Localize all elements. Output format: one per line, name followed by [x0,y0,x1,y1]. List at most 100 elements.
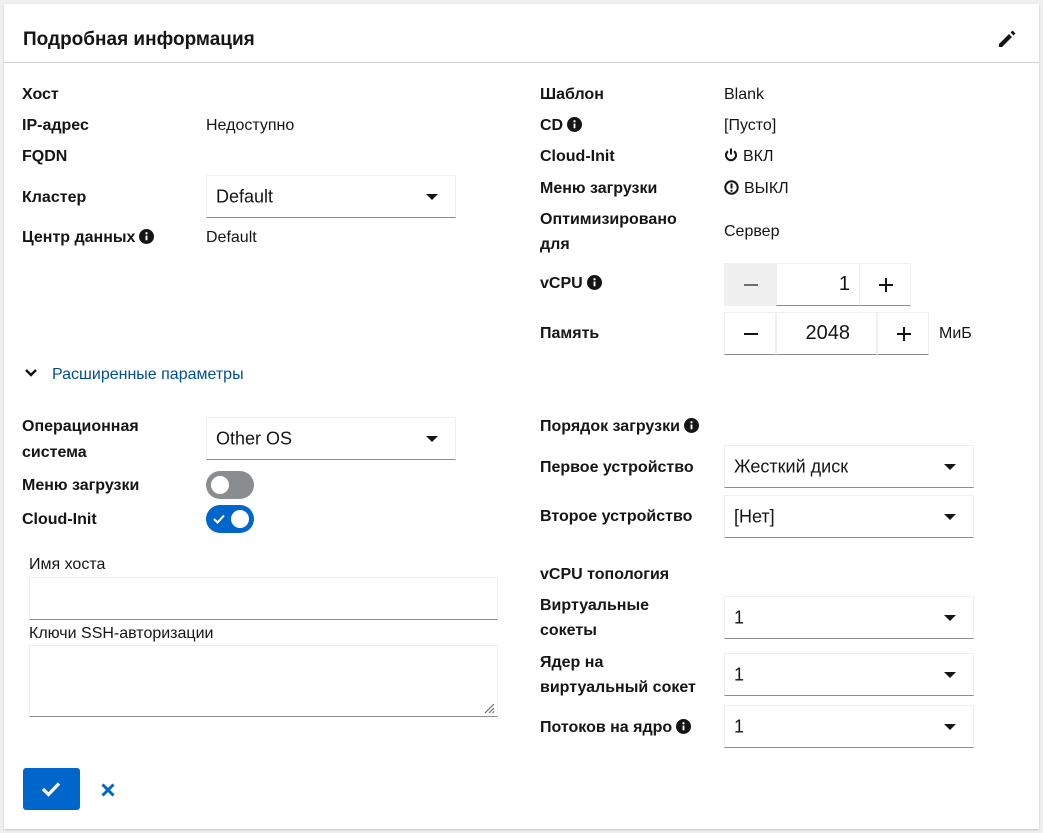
memory-unit: МиБ [939,325,972,342]
template-label: Шаблон [540,86,604,103]
info-icon[interactable] [683,418,699,433]
datacenter-label-text: Центр данных [22,229,136,246]
cluster-select[interactable]: Default [206,175,456,218]
ip-label: IP-адрес [22,117,89,134]
info-icon[interactable] [567,117,583,132]
sockets-label-1: Виртуальные [540,597,649,614]
first-device-select[interactable]: Жесткий диск [724,445,974,488]
advanced-params-toggle[interactable]: Расширенные параметры [24,366,244,384]
power-on-icon [725,148,737,162]
vcpu-decrement-button[interactable] [724,263,776,306]
vcpu-increment-button[interactable] [859,263,911,306]
threads-label: Потоков на ядро [540,715,692,740]
vcpu-label-text: vCPU [540,275,583,292]
caret-down-icon [944,671,956,678]
boot-order-label-text: Порядок загрузки [540,418,680,435]
toggle-knob [211,476,229,494]
second-device-label: Второе устройство [540,508,693,525]
datacenter-label: Центр данных [22,225,155,250]
ssh-keys-textarea[interactable] [29,645,498,717]
os-select[interactable]: Other OS [206,417,456,460]
cd-label: CD [540,113,583,138]
info-icon[interactable] [676,719,692,734]
adv-cloudinit-label: Cloud-Init [22,511,97,528]
ssh-keys-label: Ключи SSH-авторизации [29,625,214,642]
minus-icon [744,333,758,335]
threads-label-text: Потоков на ядро [540,719,673,736]
sockets-label-2: сокеты [540,622,597,639]
os-select-value: Other OS [216,428,293,448]
adv-bootmenu-label: Меню загрузки [22,477,140,494]
check-icon [41,782,61,797]
first-device-value: Жесткий диск [734,456,849,476]
info-icon[interactable] [586,275,602,290]
sockets-select[interactable]: 1 [724,596,974,639]
cancel-button[interactable] [96,778,120,802]
bootmenu-label: Меню загрузки [540,180,658,197]
cluster-select-value: Default [216,186,274,206]
cluster-label: Кластер [22,189,87,206]
cd-label-text: CD [540,117,564,134]
memory-stepper: 2048 [724,312,930,355]
cloudinit-value: ВКЛ [743,148,774,165]
bootmenu-value: ВЫКЛ [744,180,789,197]
fqdn-label: FQDN [22,148,68,165]
card-title: Подробная информация [23,29,255,50]
vcpu-stepper: 1 [724,263,912,306]
cores-label-1: Ядер на [540,654,604,671]
vcpu-label: vCPU [540,271,602,296]
cloudinit-label: Cloud-Init [540,148,615,165]
cores-select[interactable]: 1 [724,653,974,696]
pencil-icon [999,30,1016,47]
cores-value: 1 [734,664,745,684]
hostname-label: Имя хоста [29,556,106,573]
cloudinit-status: ВКЛ [724,144,774,169]
os-label-2: система [22,444,87,461]
threads-value: 1 [734,716,745,736]
resize-handle-icon[interactable] [483,702,495,714]
bootmenu-status: ВЫКЛ [724,176,789,201]
cd-value: [Пусто] [724,117,777,134]
host-label: Хост [22,86,59,103]
second-device-value: [Нет] [734,506,775,526]
sockets-value: 1 [734,607,745,627]
memory-label: Память [540,325,600,342]
cloudinit-toggle[interactable] [206,505,254,533]
caret-down-icon [944,513,956,520]
caret-down-icon [426,435,438,442]
threads-select[interactable]: 1 [724,705,974,748]
memory-input[interactable]: 2048 [776,312,877,355]
cores-label-2: виртуальный сокет [540,679,696,696]
optimized-value: Сервер [724,223,780,240]
ip-value: Недоступно [206,117,295,134]
topology-label: vCPU топология [540,566,670,583]
boot-order-label: Порядок загрузки [540,414,699,439]
check-icon [213,514,225,524]
close-icon [101,783,115,797]
optimized-label-2: для [540,236,570,253]
hostname-input[interactable] [29,577,498,620]
first-device-label: Первое устройство [540,459,694,476]
template-value: Blank [724,86,765,103]
toggle-knob [231,510,249,528]
caret-down-icon [944,614,956,621]
bootmenu-toggle[interactable] [206,471,254,499]
caret-down-icon [944,463,956,470]
os-label-1: Операционная [22,418,139,435]
caret-down-icon [426,193,438,200]
datacenter-value: Default [206,229,257,246]
chevron-down-icon [25,369,37,377]
minus-icon [744,284,758,286]
optimized-label-1: Оптимизировано [540,211,677,228]
memory-decrement-button[interactable] [724,312,776,355]
power-off-icon [724,180,739,195]
header-divider [4,62,1039,63]
caret-down-icon [944,723,956,730]
details-card: Подробная информация Хост IP-адрес Недос… [4,4,1039,829]
edit-button[interactable] [994,26,1022,54]
save-button[interactable] [23,768,80,810]
advanced-params-label: Расширенные параметры [52,366,244,383]
memory-increment-button[interactable] [877,312,929,355]
second-device-select[interactable]: [Нет] [724,495,974,538]
info-icon[interactable] [139,229,155,244]
